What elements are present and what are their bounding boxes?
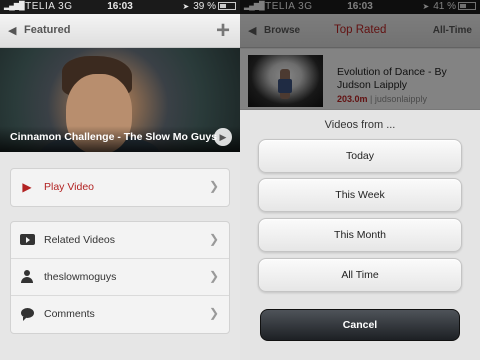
play-icon: ▶ xyxy=(22,180,32,194)
play-video-label: Play Video xyxy=(44,181,95,193)
video-player[interactable]: Cinnamon Challenge - The Slow Mo Guys ▶ xyxy=(0,48,240,152)
channel-row[interactable]: theslowmoguys ❯ xyxy=(11,259,229,296)
chevron-right-icon: ❯ xyxy=(208,179,219,193)
related-videos-row[interactable]: Related Videos ❯ xyxy=(11,222,229,259)
comment-icon xyxy=(19,307,35,321)
action-sheet-title: Videos from ... xyxy=(324,119,396,131)
actions-group: ▶ Play Video ❯ xyxy=(10,168,230,207)
option-this-week-button[interactable]: This Week xyxy=(258,178,462,212)
option-today-button[interactable]: Today xyxy=(258,139,462,173)
option-this-month-button[interactable]: This Month xyxy=(258,218,462,252)
add-icon[interactable]: + xyxy=(216,17,230,45)
action-sheet: Videos from ... Today This Week This Mon… xyxy=(240,110,480,360)
links-group: Related Videos ❯ theslowmoguys ❯ Comment… xyxy=(10,221,230,334)
comments-label: Comments xyxy=(44,308,95,320)
chevron-right-icon: ❯ xyxy=(208,232,219,246)
play-video-row[interactable]: ▶ Play Video ❯ xyxy=(11,169,229,206)
option-all-time-button[interactable]: All Time xyxy=(258,258,462,292)
battery-percent: 39 % xyxy=(193,1,216,12)
location-icon: ➤ xyxy=(182,2,190,11)
chevron-right-icon: ❯ xyxy=(208,306,219,320)
user-icon xyxy=(19,270,35,284)
back-arrow-icon[interactable]: ◀ xyxy=(8,24,16,37)
related-videos-label: Related Videos xyxy=(44,234,116,246)
chevron-right-icon: ❯ xyxy=(208,269,219,283)
battery-icon xyxy=(218,2,236,10)
comments-row[interactable]: Comments ❯ xyxy=(11,296,229,333)
video-icon xyxy=(19,233,35,247)
status-bar: ▂▄▆█ TELIA 3G 16:03 ➤ 39 % xyxy=(0,0,240,14)
play-circle-icon[interactable]: ▶ xyxy=(214,128,232,146)
back-button[interactable]: Featured xyxy=(24,24,70,36)
video-detail-screen: ▂▄▆█ TELIA 3G 16:03 ➤ 39 % ◀ Featured + C… xyxy=(0,0,240,360)
navigation-bar: ◀ Featured + xyxy=(0,14,240,48)
channel-label: theslowmoguys xyxy=(44,271,117,283)
video-title: Cinnamon Challenge - The Slow Mo Guys xyxy=(10,131,218,143)
cancel-button[interactable]: Cancel xyxy=(260,309,460,341)
modal-overlay[interactable] xyxy=(240,0,480,110)
